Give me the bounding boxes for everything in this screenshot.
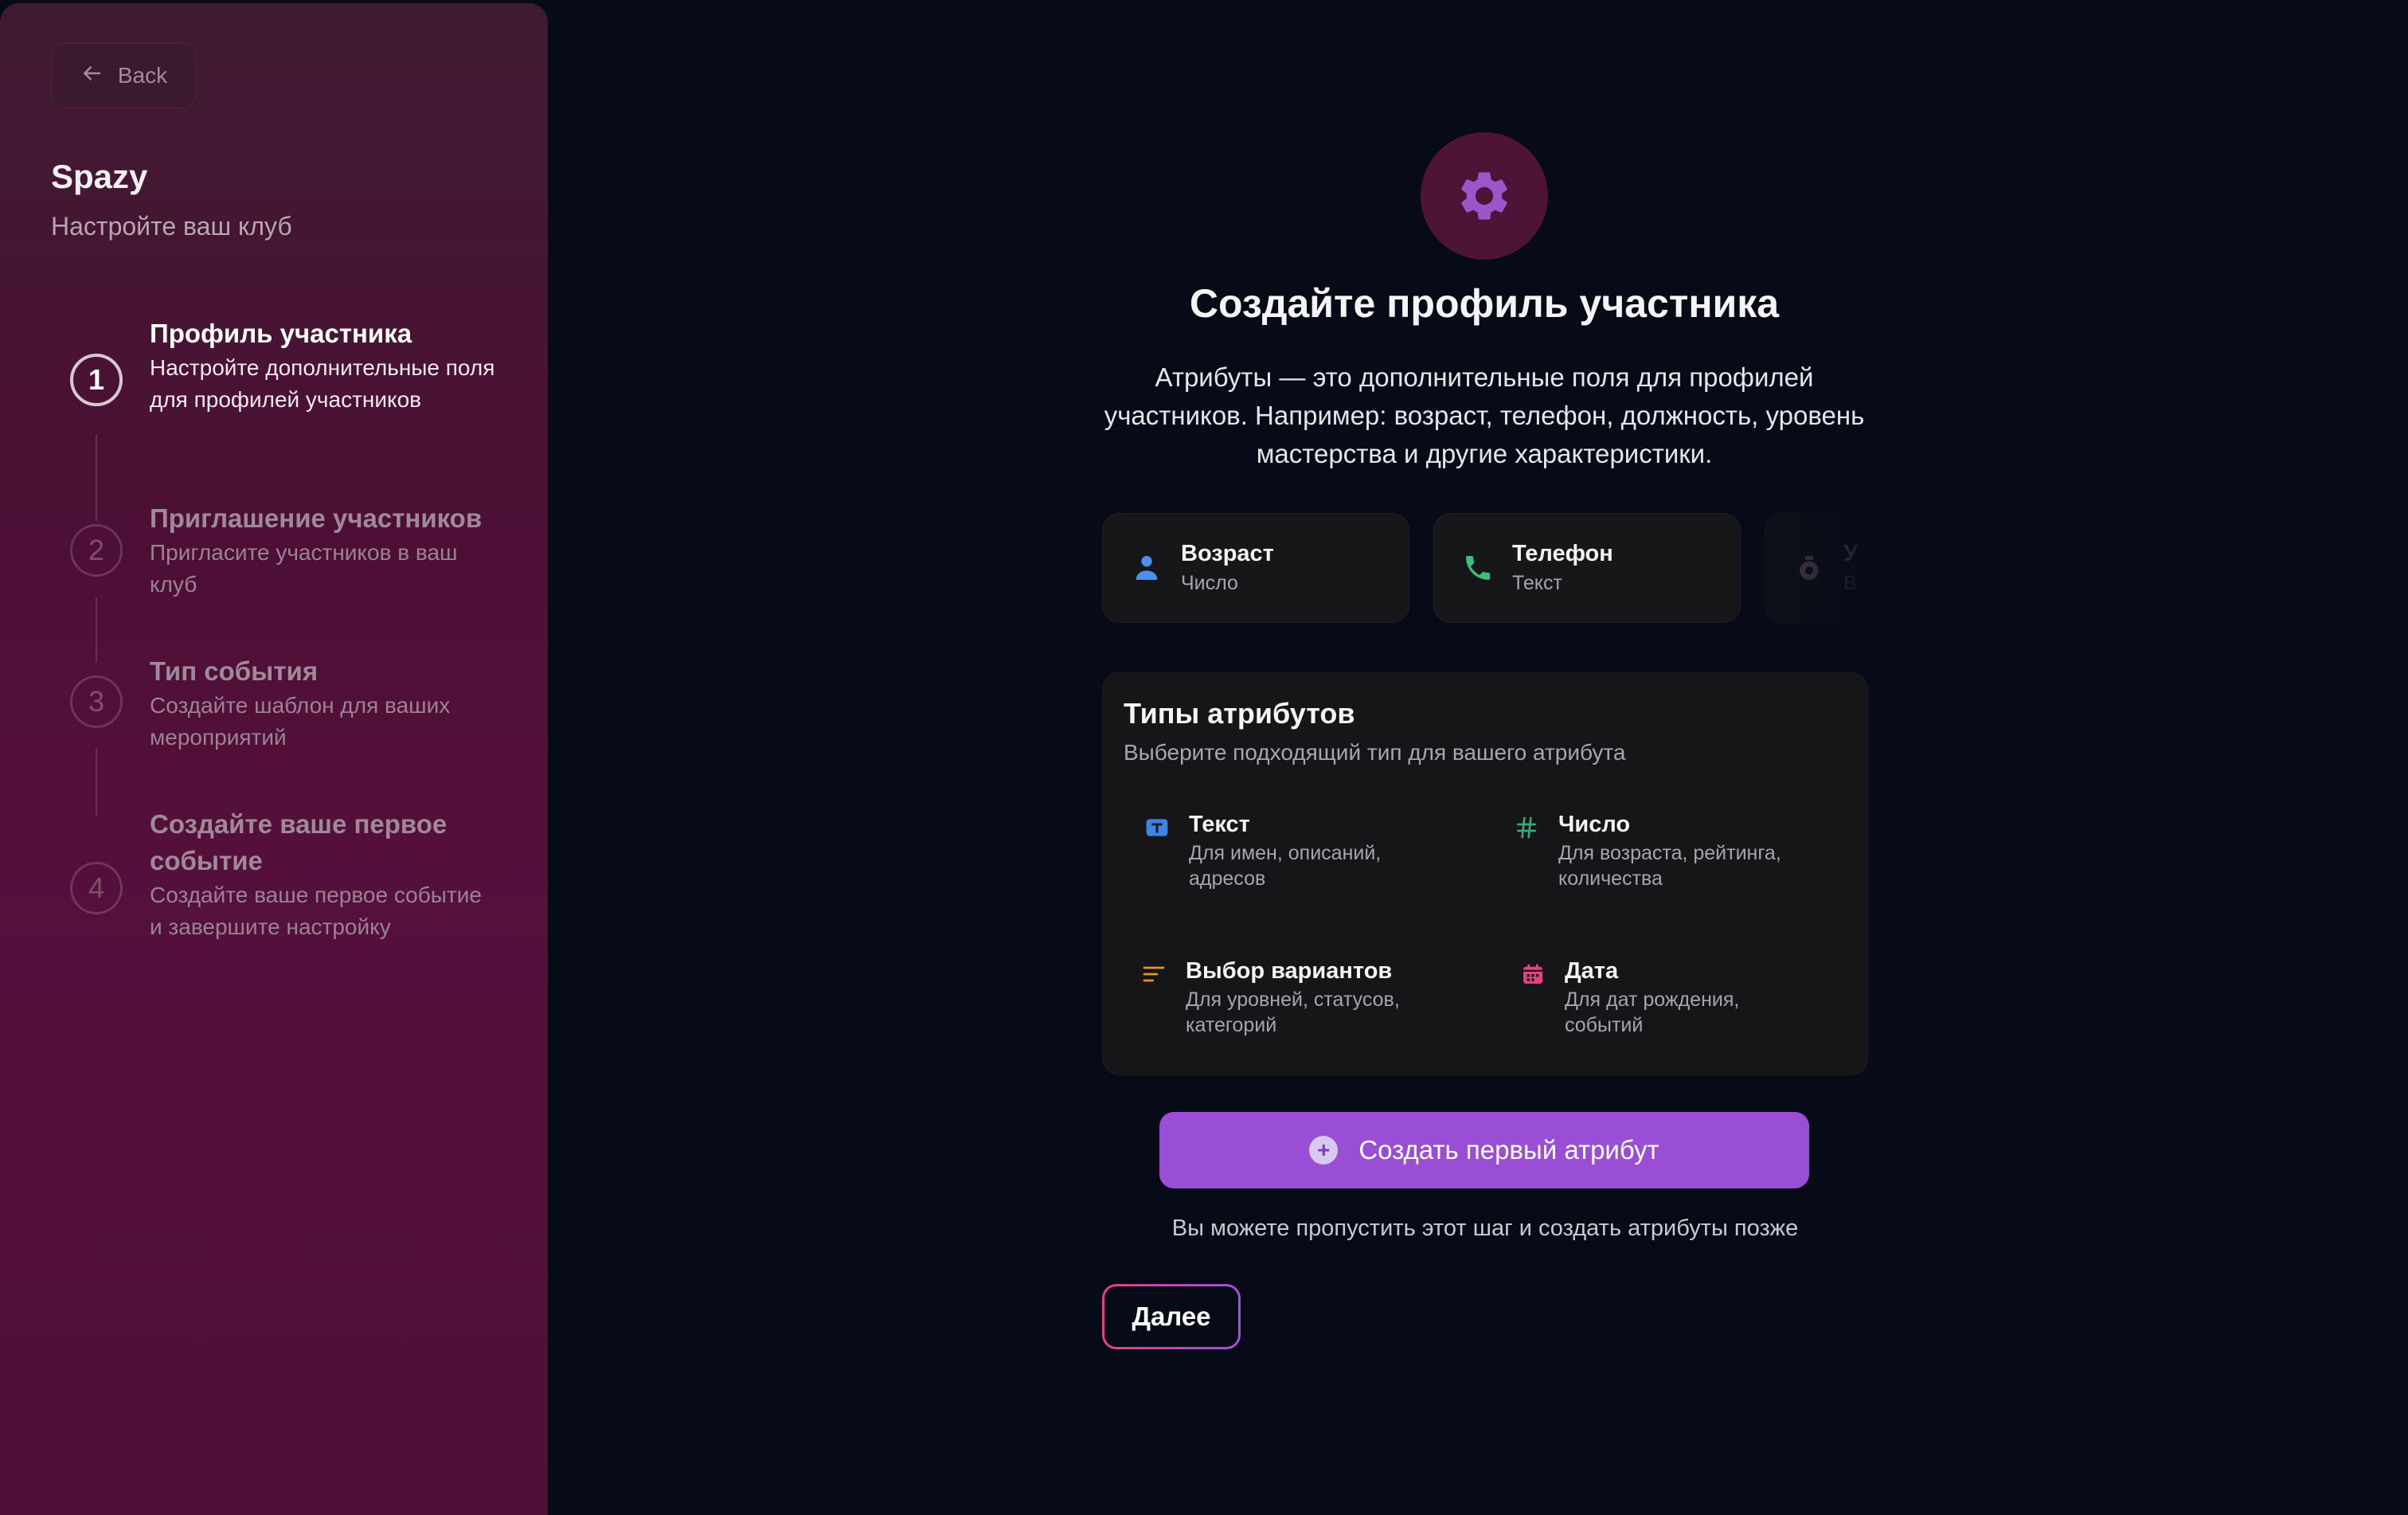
person-icon <box>1130 551 1163 585</box>
step-2[interactable]: Приглашение участников Пригласите участн… <box>150 500 500 601</box>
type-name: Выбор вариантов <box>1186 958 1393 984</box>
brand-subtitle: Настройте ваш клуб <box>51 212 292 241</box>
step-connector <box>96 435 97 521</box>
attribute-type: Число <box>1181 572 1238 594</box>
type-description: Для имен, описаний, адресов <box>1189 842 1382 890</box>
arrow-left-icon <box>80 61 104 91</box>
type-name: Текст <box>1189 812 1250 837</box>
step-1[interactable]: Профиль участника Настройте дополнительн… <box>150 315 500 416</box>
type-description: Для уровней, статусов, категорий <box>1186 988 1400 1036</box>
text-icon <box>1143 813 1171 842</box>
type-name: Число <box>1558 812 1631 837</box>
step-2-indicator: 2 <box>70 524 123 577</box>
page-title: Создайте профиль участника <box>1189 281 1780 326</box>
step-4[interactable]: Создайте ваше первое событие Создайте ва… <box>150 806 484 943</box>
step-description: Настройте дополнительные поля для профил… <box>150 355 495 412</box>
panel-title: Типы атрибутов <box>1124 697 1355 730</box>
calendar-icon <box>1519 960 1547 988</box>
type-name: Дата <box>1565 958 1619 984</box>
step-3[interactable]: Тип события Создайте шаблон для ваших ме… <box>150 653 500 754</box>
phone-icon <box>1461 551 1495 585</box>
type-description: Для дат рождения, событий <box>1565 988 1740 1036</box>
back-button[interactable]: Back <box>51 43 196 108</box>
step-title: Профиль участника <box>150 319 412 348</box>
type-description: Для возраста, рейтинга, количества <box>1558 842 1781 890</box>
type-option-text[interactable]: Текст Для имен, описаний, адресов <box>1143 808 1428 891</box>
gear-icon <box>1421 132 1548 260</box>
page-description: Атрибуты — это дополнительные поля для п… <box>1104 362 1865 468</box>
step-title: Тип события <box>150 656 319 686</box>
panel-subtitle: Выберите подходящий тип для вашего атриб… <box>1124 740 1626 765</box>
step-1-indicator: 1 <box>70 354 123 406</box>
setup-sidebar: Back Spazy Настройте ваш клуб 1 Профиль … <box>0 3 548 1515</box>
attribute-name: Возраст <box>1181 541 1274 566</box>
attribute-name: Телефон <box>1512 541 1613 566</box>
step-description: Создайте ваше первое событие и завершите… <box>150 883 482 939</box>
next-button[interactable]: Далее <box>1102 1284 1241 1349</box>
onboarding-page: Back Spazy Настройте ваш клуб 1 Профиль … <box>0 0 2408 1515</box>
skip-note: Вы можете пропустить этот шаг и создать … <box>1171 1216 1799 1241</box>
step-title: Приглашение участников <box>150 503 483 533</box>
step-description: Создайте шаблон для ваших мероприятий <box>150 693 451 750</box>
example-attribute-card: Телефон Текст <box>1433 513 1741 623</box>
attribute-type: Текст <box>1512 572 1562 594</box>
step-title: Создайте ваше первое событие <box>150 809 448 875</box>
step-connector <box>96 749 97 816</box>
type-option-date[interactable]: Дата Для дат рождения, событий <box>1519 955 1804 1038</box>
back-label: Back <box>117 63 168 88</box>
plus-circle-icon: + <box>1309 1136 1339 1165</box>
type-option-choice[interactable]: Выбор вариантов Для уровней, статусов, к… <box>1140 955 1425 1038</box>
step-4-indicator: 4 <box>70 862 123 914</box>
attribute-types-panel: Типы атрибутов Выберите подходящий тип д… <box>1102 672 1868 1075</box>
carousel-fade <box>1757 513 1868 623</box>
create-button-label: Создать первый атрибут <box>1358 1135 1659 1165</box>
brand-title: Spazy <box>51 158 148 195</box>
hash-icon <box>1512 813 1541 842</box>
example-attributes-carousel[interactable]: Возраст Число Телефон Текст У В <box>1102 513 1868 623</box>
list-icon <box>1140 960 1168 988</box>
example-attribute-card: Возраст Число <box>1102 513 1409 623</box>
create-first-attribute-button[interactable]: + Создать первый атрибут <box>1159 1112 1809 1188</box>
step-description: Пригласите участников в ваш клуб <box>150 540 458 597</box>
step-3-indicator: 3 <box>70 675 123 728</box>
next-button-label: Далее <box>1104 1286 1238 1347</box>
type-option-number[interactable]: Число Для возраста, рейтинга, количества <box>1512 808 1797 891</box>
step-connector <box>96 597 97 663</box>
